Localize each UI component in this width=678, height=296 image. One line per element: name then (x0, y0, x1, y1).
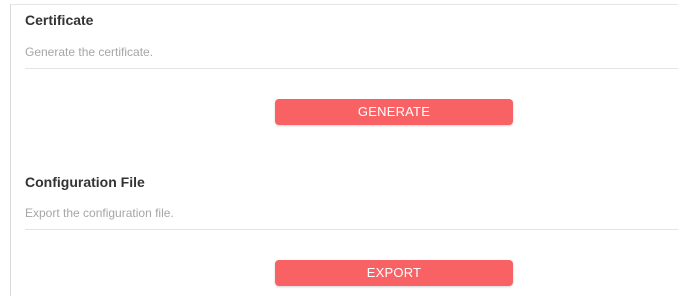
settings-panel: Certificate Generate the certificate. GE… (10, 4, 678, 296)
export-button[interactable]: EXPORT (275, 260, 513, 286)
configuration-file-section-divider (25, 229, 678, 230)
certificate-section-divider (25, 68, 678, 69)
generate-button[interactable]: GENERATE (275, 99, 513, 125)
certificate-section-title: Certificate (25, 12, 94, 28)
configuration-file-section-title: Configuration File (25, 174, 145, 190)
certificate-section-description: Generate the certificate. (25, 45, 154, 59)
configuration-file-section-description: Export the configuration file. (25, 206, 174, 220)
